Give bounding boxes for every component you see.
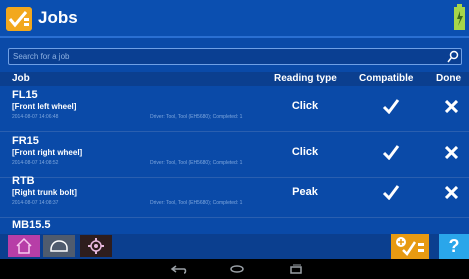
search-input[interactable]: Search for a job: [8, 48, 462, 65]
job-date: 2014-08-07 14:08:52: [12, 160, 59, 166]
table-row[interactable]: FL15 [Front left wheel] 2014-08-07 14:06…: [0, 86, 469, 132]
column-header-job[interactable]: Job: [12, 73, 30, 84]
settings-button[interactable]: [80, 235, 112, 257]
job-code: FL15: [12, 89, 38, 101]
job-description: [Front left wheel]: [12, 102, 77, 111]
check-icon: [382, 99, 400, 114]
close-icon[interactable]: [445, 146, 458, 159]
table-row[interactable]: RTB [Right trunk bolt] 2014-08-07 14:08:…: [0, 172, 469, 218]
table-header: Job Reading type Compatible Done: [0, 72, 469, 86]
job-date: 2014-08-07 14:08:37: [12, 200, 59, 206]
home-nav-icon[interactable]: [228, 263, 246, 275]
check-icon: [382, 145, 400, 160]
job-code: RTB: [12, 175, 35, 187]
battery-icon: [454, 4, 465, 30]
column-header-done[interactable]: Done: [436, 73, 461, 84]
job-code: MB15.5: [12, 219, 51, 231]
job-description: [Front right wheel]: [12, 148, 83, 157]
job-meta: Driver: Tool, Tool (EH5680); Completed: …: [150, 200, 243, 206]
title-bar: Jobs: [0, 0, 469, 38]
page-title: Jobs: [38, 8, 78, 27]
job-description: [Right trunk bolt]: [12, 188, 77, 197]
home-button[interactable]: [8, 235, 40, 257]
job-date: 2014-08-07 14:06:48: [12, 114, 59, 120]
job-meta: Driver: Tool, Tool (EH5680); Completed: …: [150, 160, 243, 166]
help-icon: ?: [448, 236, 460, 256]
check-icon: [382, 185, 400, 200]
search-icon[interactable]: [446, 50, 460, 64]
reading-type: Click: [291, 100, 319, 112]
column-header-compatible[interactable]: Compatible: [359, 73, 413, 84]
car-icon: [50, 240, 68, 252]
reading-type: Peak: [292, 186, 318, 198]
recent-apps-icon[interactable]: [288, 264, 304, 274]
home-icon: [16, 237, 32, 254]
vehicle-button[interactable]: [43, 235, 75, 257]
close-icon[interactable]: [445, 186, 458, 199]
back-icon[interactable]: [170, 264, 188, 274]
job-check-logo-icon: [6, 7, 32, 31]
new-job-icon: [396, 237, 424, 256]
job-code: FR15: [12, 135, 39, 147]
column-header-reading-type[interactable]: Reading type: [274, 73, 337, 84]
search-placeholder: Search for a job: [13, 52, 70, 61]
close-icon[interactable]: [445, 100, 458, 113]
help-button[interactable]: ?: [439, 234, 469, 259]
table-row[interactable]: MB15.5: [0, 216, 469, 236]
reading-type: Click: [291, 146, 319, 158]
job-meta: Driver: Tool, Tool (EH5680); Completed: …: [150, 114, 243, 120]
gear-icon: [88, 238, 104, 254]
new-job-button[interactable]: [391, 234, 429, 259]
